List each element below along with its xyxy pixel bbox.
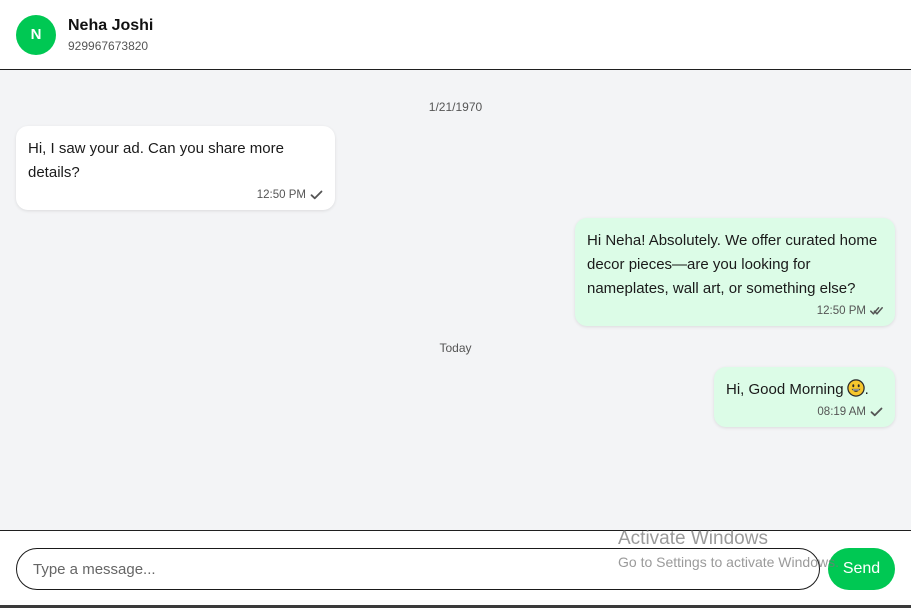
chat-app: N Neha Joshi 929967673820 1/21/1970 Hi, …: [0, 0, 911, 608]
double-check-icon: [870, 307, 883, 315]
message-text: Hi, Good Morning .: [726, 378, 883, 402]
message-composer: Send: [0, 530, 911, 608]
message-text-part: Hi, Good Morning: [726, 381, 844, 398]
send-button[interactable]: Send: [828, 548, 895, 590]
check-icon: [870, 407, 883, 417]
message-input[interactable]: [16, 548, 820, 590]
message-bubble-outgoing[interactable]: Hi, Good Morning . 08:19 AM: [714, 367, 895, 427]
message-time: 12:50 PM: [816, 305, 866, 317]
avatar[interactable]: N: [16, 14, 56, 55]
chat-header: N Neha Joshi 929967673820: [0, 0, 911, 70]
message-bubble-incoming[interactable]: Hi, I saw your ad. Can you share more de…: [16, 126, 335, 210]
message-meta: 12:50 PM: [28, 187, 323, 203]
check-icon: [310, 190, 323, 200]
message-list[interactable]: 1/21/1970 Hi, I saw your ad. Can you sha…: [0, 70, 911, 530]
message-text-part: .: [864, 381, 869, 398]
date-separator: Today: [439, 341, 472, 355]
date-separator: 1/21/1970: [428, 100, 483, 114]
message-bubble-outgoing[interactable]: Hi Neha! Absolutely. We offer curated ho…: [575, 218, 895, 326]
grinning-face-emoji-icon: [846, 379, 865, 397]
contact-name: Neha Joshi: [68, 17, 154, 34]
message-text: Hi Neha! Absolutely. We offer curated ho…: [587, 232, 878, 297]
message-time: 08:19 AM: [817, 406, 866, 418]
message-meta: 08:19 AM: [726, 404, 883, 420]
message-text: Hi, I saw your ad. Can you share more de…: [28, 140, 284, 181]
contact-info: Neha Joshi 929967673820: [68, 16, 153, 53]
message-meta: 12:50 PM: [587, 303, 883, 319]
contact-phone: 929967673820: [68, 39, 149, 53]
message-time: 12:50 PM: [256, 189, 306, 201]
